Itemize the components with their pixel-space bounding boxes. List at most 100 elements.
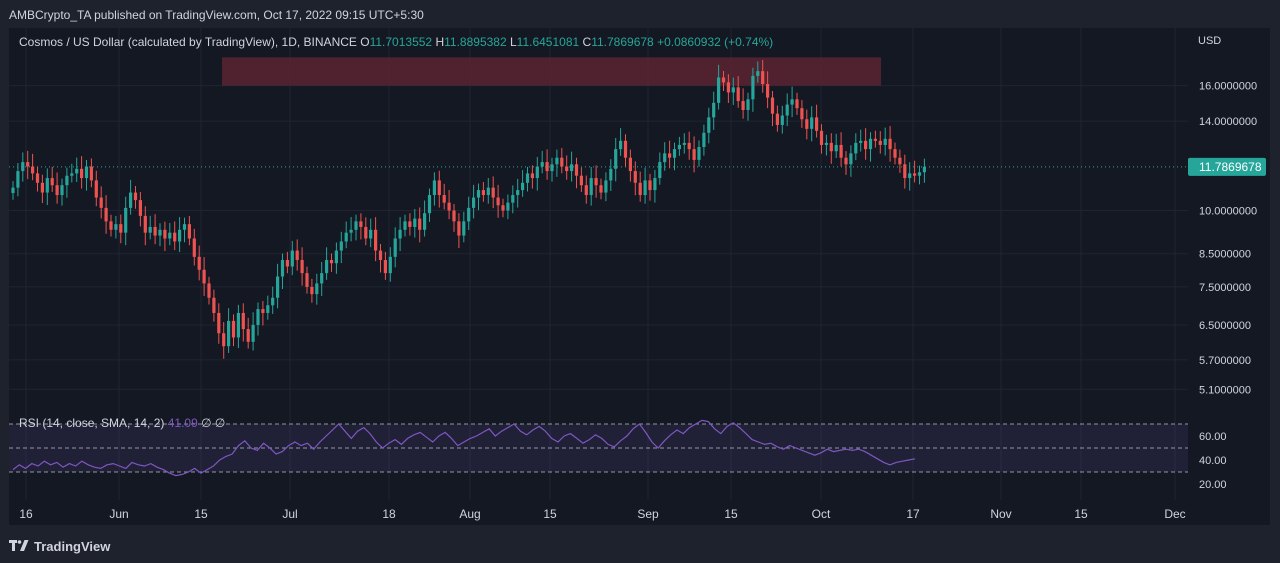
candle[interactable] [133,185,138,209]
candle[interactable] [40,174,44,204]
candle[interactable] [672,142,677,171]
candle[interactable] [746,92,750,121]
candle[interactable] [854,133,858,161]
candle[interactable] [45,168,49,206]
candle[interactable] [780,105,784,134]
candle[interactable] [94,170,98,207]
candle[interactable] [530,165,534,189]
candle[interactable] [692,136,696,173]
candle[interactable] [594,165,598,198]
candle[interactable] [570,151,574,182]
candle[interactable] [266,295,270,320]
candle[interactable] [89,158,93,188]
candle[interactable] [790,86,794,118]
candle[interactable] [364,217,368,246]
candle[interactable] [883,127,887,156]
rsi-legend-label[interactable]: RSI (14, close, SMA, 14, 2) [19,416,164,430]
candle[interactable] [173,221,177,251]
candle[interactable] [168,223,172,246]
candle[interactable] [545,149,549,180]
candle[interactable] [903,154,907,189]
candle[interactable] [516,178,520,208]
candle[interactable] [70,163,74,183]
candle[interactable] [334,242,338,274]
candle[interactable] [511,185,515,214]
candle[interactable] [138,191,142,227]
candle[interactable] [839,132,843,167]
candle[interactable] [143,206,147,246]
candle[interactable] [207,276,211,305]
candle[interactable] [682,133,686,154]
candle[interactable] [442,183,446,210]
candle[interactable] [374,217,378,262]
candle[interactable] [550,157,554,182]
candle[interactable] [427,188,432,222]
candle[interactable] [922,158,926,183]
candle[interactable] [35,166,40,192]
candle[interactable] [408,213,412,236]
candle[interactable] [452,203,456,232]
candle[interactable] [271,286,275,314]
candle[interactable] [251,312,255,351]
candle[interactable] [295,239,299,271]
candle[interactable] [231,314,236,347]
legend-symbol[interactable]: Cosmos / US Dollar (calculated by Tradin… [19,35,357,49]
candle[interactable] [707,107,711,144]
candle[interactable] [815,104,819,138]
candle[interactable] [619,128,623,156]
candle[interactable] [638,171,642,202]
candle[interactable] [868,132,873,162]
candle[interactable] [31,153,35,181]
candle[interactable] [418,207,422,243]
candle[interactable] [276,263,280,309]
candle[interactable] [236,304,240,349]
candle[interactable] [75,157,79,183]
candle[interactable] [658,152,662,185]
candle[interactable] [55,172,59,204]
candle[interactable] [878,131,882,154]
candle[interactable] [589,166,593,206]
candle[interactable] [800,100,804,128]
candle[interactable] [668,140,672,169]
last-price-tag[interactable]: 11.7869678 [1188,157,1266,176]
candle[interactable] [898,149,902,173]
candle[interactable] [609,159,613,191]
candle[interactable] [119,214,123,244]
candle[interactable] [369,218,373,248]
candle[interactable] [795,92,799,115]
candle[interactable] [393,227,397,268]
candle[interactable] [888,126,892,162]
candle[interactable] [222,322,226,359]
candle[interactable] [403,214,407,237]
candle[interactable] [859,129,863,152]
candle[interactable] [864,128,868,160]
candle[interactable] [80,156,84,189]
candle[interactable] [457,213,461,249]
candle[interactable] [187,216,191,246]
candle[interactable] [241,303,245,342]
candle[interactable] [614,137,618,182]
candle[interactable] [16,162,20,197]
candle[interactable] [413,208,417,238]
candle[interactable] [192,228,196,266]
candle[interactable] [623,134,628,167]
candle[interactable] [687,131,691,160]
candle[interactable] [653,169,657,203]
candle[interactable] [702,124,706,156]
candle[interactable] [579,167,583,192]
candle[interactable] [227,308,231,353]
candle[interactable] [506,194,510,220]
candle[interactable] [741,88,745,119]
candle[interactable] [491,176,495,209]
candle[interactable] [849,145,853,177]
candle[interactable] [628,149,632,182]
candle[interactable] [677,136,681,156]
candle[interactable] [329,253,334,272]
candle[interactable] [124,196,128,246]
candle[interactable] [893,142,897,165]
candle[interactable] [917,165,922,185]
footer-brand[interactable]: TradingView [9,538,110,554]
candle[interactable] [163,221,167,252]
candle[interactable] [290,240,294,276]
candle[interactable] [697,140,701,167]
